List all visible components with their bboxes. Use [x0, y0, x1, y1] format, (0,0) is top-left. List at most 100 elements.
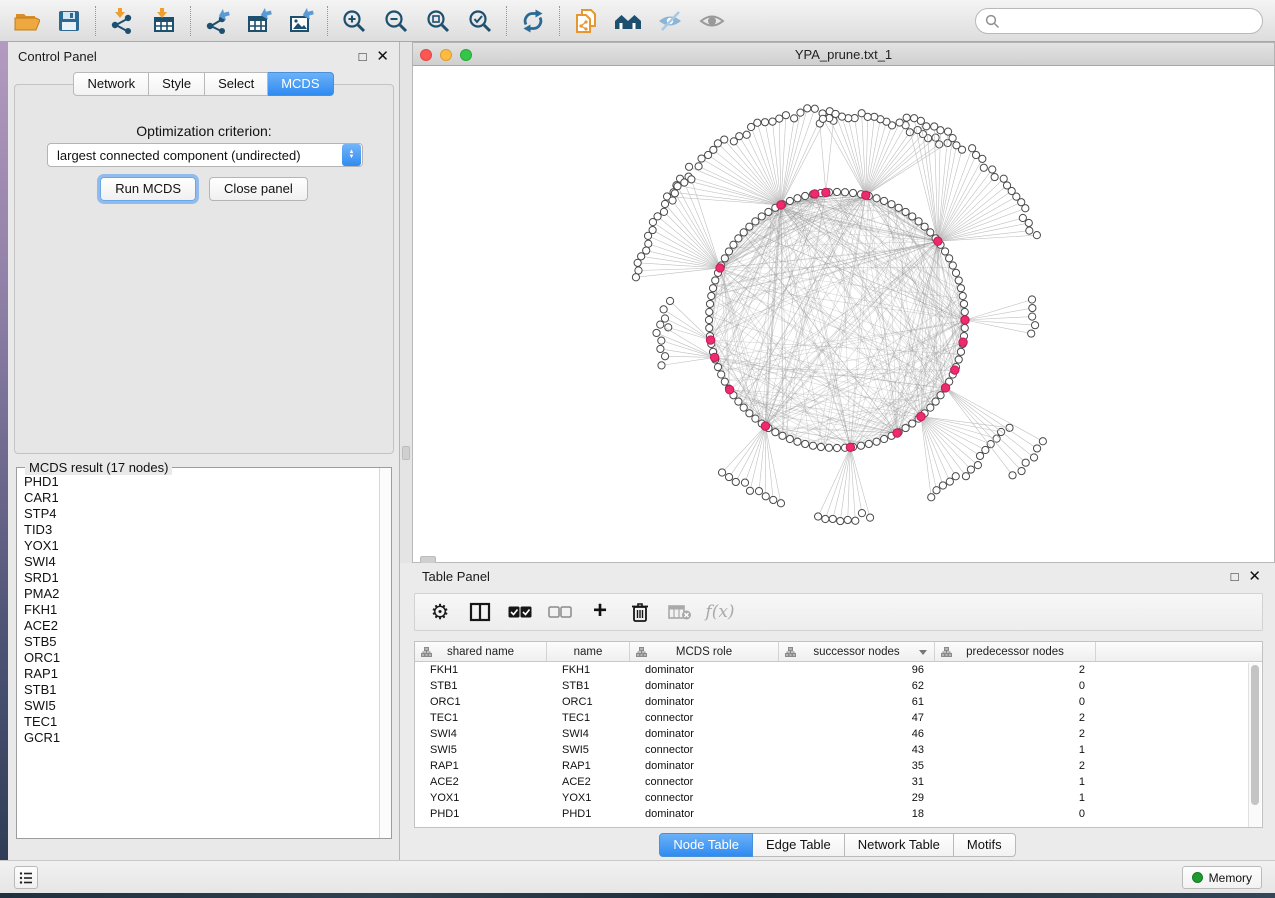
cell-successor-nodes[interactable]: 43 — [779, 742, 935, 758]
window-zoom-icon[interactable] — [460, 49, 472, 61]
close-panel-icon[interactable]: ✕ — [1248, 569, 1261, 584]
cell-predecessor-nodes[interactable]: 2 — [935, 758, 1096, 774]
cell-name[interactable]: PHD1 — [547, 806, 630, 822]
cell-MCDS-role[interactable]: dominator — [630, 726, 779, 742]
deselect-all-button[interactable] — [543, 597, 577, 627]
cell-name[interactable]: ACE2 — [547, 774, 630, 790]
cell-successor-nodes[interactable]: 18 — [779, 806, 935, 822]
cell-predecessor-nodes[interactable]: 2 — [935, 726, 1096, 742]
cell-shared-name[interactable]: ACE2 — [415, 774, 547, 790]
network-graph[interactable] — [413, 66, 1274, 561]
cell-predecessor-nodes[interactable]: 2 — [935, 662, 1096, 678]
cell-successor-nodes[interactable]: 61 — [779, 694, 935, 710]
cell-MCDS-role[interactable]: dominator — [630, 694, 779, 710]
import-network-button[interactable] — [101, 4, 143, 38]
toggle-panels-button[interactable] — [463, 597, 497, 627]
import-table-button[interactable] — [143, 4, 185, 38]
window-close-icon[interactable] — [420, 49, 432, 61]
table-scrollbar[interactable] — [1248, 663, 1261, 827]
cell-shared-name[interactable]: SWI5 — [415, 742, 547, 758]
search-box[interactable] — [975, 8, 1263, 34]
tab-network[interactable]: Network — [73, 72, 149, 96]
table-row[interactable]: YOX1YOX1connector291 — [415, 790, 1262, 806]
hide-selected-button[interactable] — [649, 4, 691, 38]
first-neighbors-button[interactable] — [607, 4, 649, 38]
zoom-fit-button[interactable] — [417, 4, 459, 38]
tab-mcds[interactable]: MCDS — [268, 72, 333, 96]
table-row[interactable]: SWI4SWI4dominator462 — [415, 726, 1262, 742]
add-column-button[interactable]: + — [583, 597, 617, 627]
tab-select[interactable]: Select — [205, 72, 268, 96]
float-panel-icon[interactable]: □ — [1231, 570, 1239, 583]
cell-predecessor-nodes[interactable]: 1 — [935, 790, 1096, 806]
table-row[interactable]: SWI5SWI5connector431 — [415, 742, 1262, 758]
mcds-result-item[interactable]: ACE2 — [18, 618, 378, 634]
save-button[interactable] — [48, 4, 90, 38]
table-row[interactable]: ORC1ORC1dominator610 — [415, 694, 1262, 710]
mcds-result-item[interactable]: STP4 — [18, 506, 378, 522]
mcds-result-list[interactable]: PHD1CAR1STP4TID3YOX1SWI4SRD1PMA2FKH1ACE2… — [18, 474, 378, 837]
cell-shared-name[interactable]: ORC1 — [415, 694, 547, 710]
cell-MCDS-role[interactable]: connector — [630, 710, 779, 726]
export-image-button[interactable] — [280, 4, 322, 38]
cell-MCDS-role[interactable]: dominator — [630, 758, 779, 774]
zoom-in-button[interactable] — [333, 4, 375, 38]
cell-shared-name[interactable]: YOX1 — [415, 790, 547, 806]
show-all-button[interactable] — [691, 4, 733, 38]
memory-button[interactable]: Memory — [1182, 866, 1262, 889]
apply-layout-button[interactable] — [512, 4, 554, 38]
mcds-result-item[interactable]: SWI4 — [18, 554, 378, 570]
cell-predecessor-nodes[interactable]: 0 — [935, 806, 1096, 822]
select-all-button[interactable] — [503, 597, 537, 627]
cell-shared-name[interactable]: SWI4 — [415, 726, 547, 742]
mcds-result-item[interactable]: FKH1 — [18, 602, 378, 618]
criterion-dropdown[interactable]: largest connected component (undirected)… — [47, 143, 363, 167]
cell-successor-nodes[interactable]: 31 — [779, 774, 935, 790]
export-network-button[interactable] — [196, 4, 238, 38]
mcds-result-item[interactable]: GCR1 — [18, 730, 378, 746]
table-row[interactable]: ACE2ACE2connector311 — [415, 774, 1262, 790]
mcds-result-item[interactable]: ORC1 — [18, 650, 378, 666]
cell-shared-name[interactable]: TEC1 — [415, 710, 547, 726]
column-header-name[interactable]: name — [547, 642, 630, 661]
table-row[interactable]: TEC1TEC1connector472 — [415, 710, 1262, 726]
zoom-out-button[interactable] — [375, 4, 417, 38]
cell-MCDS-role[interactable]: dominator — [630, 662, 779, 678]
task-history-button[interactable] — [14, 866, 38, 889]
float-panel-icon[interactable]: □ — [359, 50, 367, 63]
mcds-result-item[interactable]: RAP1 — [18, 666, 378, 682]
mcds-result-item[interactable]: PHD1 — [18, 474, 378, 490]
cell-successor-nodes[interactable]: 47 — [779, 710, 935, 726]
cell-shared-name[interactable]: STB1 — [415, 678, 547, 694]
cell-name[interactable]: FKH1 — [547, 662, 630, 678]
cell-successor-nodes[interactable]: 29 — [779, 790, 935, 806]
cell-predecessor-nodes[interactable]: 0 — [935, 678, 1096, 694]
window-minimize-icon[interactable] — [440, 49, 452, 61]
network-window-titlebar[interactable]: YPA_prune.txt_1 — [412, 42, 1275, 66]
scrollbar-thumb[interactable] — [1251, 665, 1259, 805]
cell-name[interactable]: TEC1 — [547, 710, 630, 726]
cell-MCDS-role[interactable]: connector — [630, 742, 779, 758]
column-header-MCDS-role[interactable]: MCDS role — [630, 642, 779, 661]
table-row[interactable]: STB1STB1dominator620 — [415, 678, 1262, 694]
cell-name[interactable]: ORC1 — [547, 694, 630, 710]
delete-column-button[interactable] — [623, 597, 657, 627]
open-file-button[interactable] — [6, 4, 48, 38]
cell-shared-name[interactable]: RAP1 — [415, 758, 547, 774]
cell-name[interactable]: STB1 — [547, 678, 630, 694]
zoom-selected-button[interactable] — [459, 4, 501, 38]
cell-MCDS-role[interactable]: connector — [630, 790, 779, 806]
cell-shared-name[interactable]: FKH1 — [415, 662, 547, 678]
cell-MCDS-role[interactable]: connector — [630, 774, 779, 790]
mcds-result-item[interactable]: TID3 — [18, 522, 378, 538]
column-header-successor-nodes[interactable]: successor nodes — [779, 642, 935, 661]
tab-network-table[interactable]: Network Table — [845, 833, 954, 857]
cell-name[interactable]: SWI4 — [547, 726, 630, 742]
cell-successor-nodes[interactable]: 35 — [779, 758, 935, 774]
table-row[interactable]: FKH1FKH1dominator962 — [415, 662, 1262, 678]
mcds-result-item[interactable]: PMA2 — [18, 586, 378, 602]
run-mcds-button[interactable]: Run MCDS — [100, 177, 196, 201]
tab-style[interactable]: Style — [149, 72, 205, 96]
close-panel-button[interactable]: Close panel — [209, 177, 308, 201]
network-canvas[interactable] — [412, 66, 1275, 563]
